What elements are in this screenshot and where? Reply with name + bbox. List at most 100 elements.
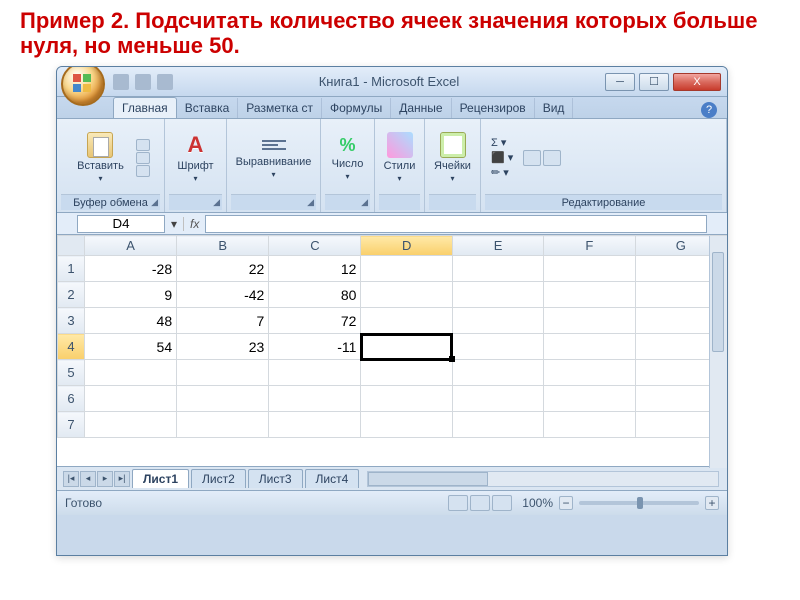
autosum-icon[interactable]: Σ ▾ [491, 136, 513, 149]
cell-C2[interactable]: 80 [269, 282, 361, 308]
copy-icon[interactable] [136, 152, 150, 164]
tab-home[interactable]: Главная [113, 97, 177, 118]
tab-layout[interactable]: Разметка ст [238, 98, 322, 118]
cell-F2[interactable] [544, 282, 635, 308]
paste-dropdown-icon[interactable]: ▾ [98, 174, 102, 183]
maximize-button[interactable]: ☐ [639, 73, 669, 91]
sheet-tab-2[interactable]: Лист2 [191, 469, 246, 488]
cell-B7[interactable] [177, 412, 269, 438]
view-normal-icon[interactable] [448, 495, 468, 511]
cell-F7[interactable] [544, 412, 635, 438]
cell-E5[interactable] [452, 360, 543, 386]
format-painter-icon[interactable] [136, 165, 150, 177]
alignment-dialog-icon[interactable]: ◢ [307, 197, 314, 208]
cell-A5[interactable] [84, 360, 176, 386]
tab-review[interactable]: Рецензиров [452, 98, 535, 118]
tab-data[interactable]: Данные [391, 98, 451, 118]
qat-redo-icon[interactable] [157, 74, 173, 90]
number-dropdown-icon[interactable]: ▾ [345, 172, 349, 181]
help-icon[interactable]: ? [701, 102, 717, 118]
horizontal-scrollbar[interactable] [367, 471, 719, 487]
cell-B5[interactable] [177, 360, 269, 386]
font-button[interactable]: AШрифт▾ [171, 130, 219, 185]
cell-B2[interactable]: -42 [177, 282, 269, 308]
view-pagebreak-icon[interactable] [492, 495, 512, 511]
sheet-tab-1[interactable]: Лист1 [132, 469, 189, 488]
fx-icon[interactable]: fx [183, 217, 205, 231]
row-header-5[interactable]: 5 [58, 360, 85, 386]
cell-F3[interactable] [544, 308, 635, 334]
styles-button[interactable]: Стили▾ [378, 130, 422, 185]
cell-D7[interactable] [361, 412, 452, 438]
tab-formulas[interactable]: Формулы [322, 98, 391, 118]
cell-A6[interactable] [84, 386, 176, 412]
find-icon[interactable] [543, 150, 561, 166]
close-button[interactable]: X [673, 73, 721, 91]
styles-dropdown-icon[interactable]: ▾ [398, 174, 402, 183]
zoom-in-button[interactable]: + [705, 496, 719, 510]
qat-save-icon[interactable] [113, 74, 129, 90]
vertical-scrollbar[interactable] [709, 236, 727, 468]
row-header-1[interactable]: 1 [58, 256, 85, 282]
sort-icon[interactable] [523, 150, 541, 166]
cell-F4[interactable] [544, 334, 635, 360]
sheet-nav-next[interactable]: ▸ [97, 471, 113, 487]
sheet-tab-4[interactable]: Лист4 [305, 469, 360, 488]
cell-C5[interactable] [269, 360, 361, 386]
alignment-dropdown-icon[interactable]: ▾ [271, 170, 275, 179]
fill-icon[interactable]: ⬛ ▾ [491, 151, 513, 164]
cell-D1[interactable] [361, 256, 452, 282]
cell-D2[interactable] [361, 282, 452, 308]
cells-dropdown-icon[interactable]: ▾ [450, 174, 454, 183]
font-dialog-icon[interactable]: ◢ [213, 197, 220, 208]
cells-button[interactable]: Ячейки▾ [428, 130, 477, 185]
cell-A4[interactable]: 54 [84, 334, 176, 360]
font-dropdown-icon[interactable]: ▾ [193, 174, 197, 183]
cell-F5[interactable] [544, 360, 635, 386]
cell-C6[interactable] [269, 386, 361, 412]
cell-D6[interactable] [361, 386, 452, 412]
hscroll-thumb[interactable] [368, 472, 488, 486]
worksheet-grid[interactable]: ABCDEFG1-28221229-428034877245423-11567 [57, 235, 727, 467]
sheet-nav-first[interactable]: |◂ [63, 471, 79, 487]
tab-view[interactable]: Вид [535, 98, 574, 118]
cell-A7[interactable] [84, 412, 176, 438]
alignment-button[interactable]: Выравнивание▾ [230, 134, 318, 181]
zoom-slider-thumb[interactable] [637, 497, 643, 509]
cell-A2[interactable]: 9 [84, 282, 176, 308]
cell-A1[interactable]: -28 [84, 256, 176, 282]
paste-button[interactable]: Вставить ▾ [71, 130, 130, 185]
cell-D5[interactable] [361, 360, 452, 386]
clipboard-dialog-icon[interactable]: ◢ [151, 197, 158, 208]
cell-E7[interactable] [452, 412, 543, 438]
sheet-nav-last[interactable]: ▸| [114, 471, 130, 487]
cell-C7[interactable] [269, 412, 361, 438]
col-header-A[interactable]: A [84, 236, 176, 256]
cell-D3[interactable] [361, 308, 452, 334]
row-header-2[interactable]: 2 [58, 282, 85, 308]
row-header-7[interactable]: 7 [58, 412, 85, 438]
cell-E2[interactable] [452, 282, 543, 308]
col-header-F[interactable]: F [544, 236, 635, 256]
sheet-tab-3[interactable]: Лист3 [248, 469, 303, 488]
cell-C1[interactable]: 12 [269, 256, 361, 282]
minimize-button[interactable]: ─ [605, 73, 635, 91]
view-layout-icon[interactable] [470, 495, 490, 511]
row-header-6[interactable]: 6 [58, 386, 85, 412]
office-button[interactable] [61, 66, 105, 106]
tab-insert[interactable]: Вставка [177, 98, 239, 118]
cell-F1[interactable] [544, 256, 635, 282]
cell-D4[interactable] [361, 334, 452, 360]
cell-B6[interactable] [177, 386, 269, 412]
cell-A3[interactable]: 48 [84, 308, 176, 334]
clear-icon[interactable]: ✏ ▾ [491, 166, 513, 179]
cell-E6[interactable] [452, 386, 543, 412]
vscroll-thumb[interactable] [712, 252, 724, 352]
namebox-dropdown-icon[interactable]: ▾ [165, 217, 183, 231]
zoom-level[interactable]: 100% [522, 496, 553, 510]
number-dialog-icon[interactable]: ◢ [361, 197, 368, 208]
cell-F6[interactable] [544, 386, 635, 412]
cell-C4[interactable]: -11 [269, 334, 361, 360]
cell-C3[interactable]: 72 [269, 308, 361, 334]
cell-B3[interactable]: 7 [177, 308, 269, 334]
